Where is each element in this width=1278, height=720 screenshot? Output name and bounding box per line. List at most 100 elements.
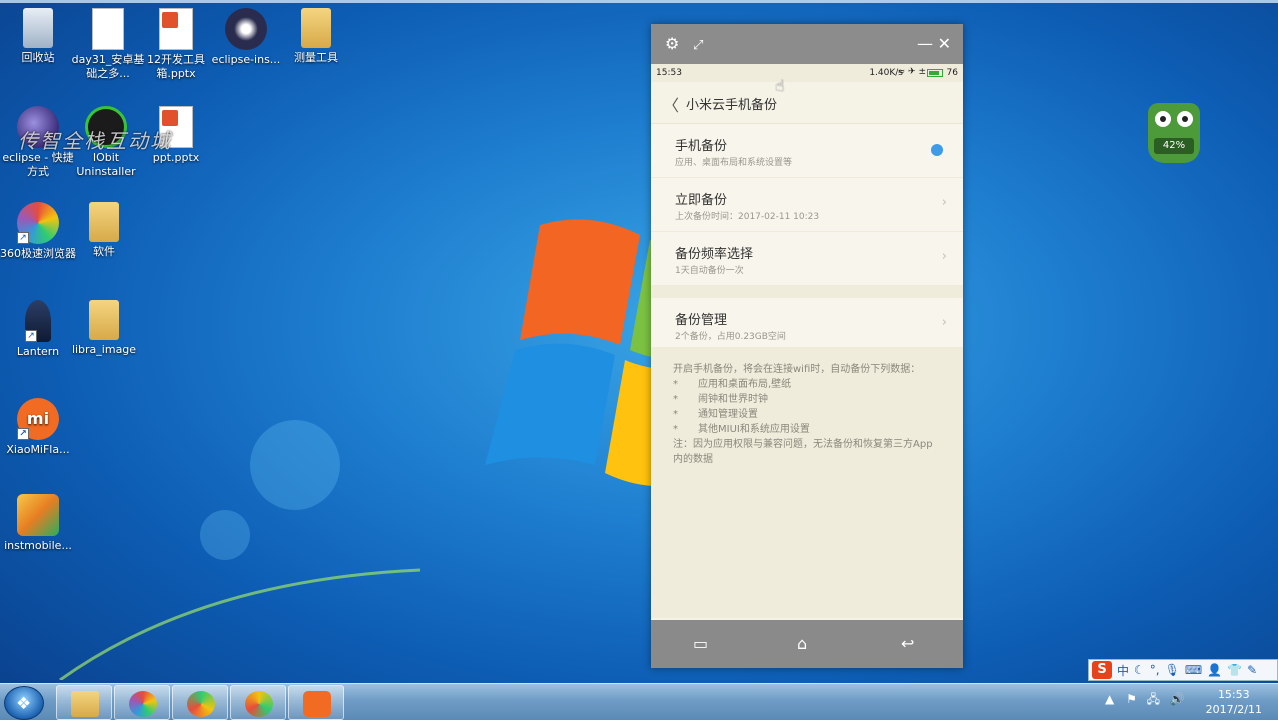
back-arrow-icon[interactable]: 〈 — [663, 92, 679, 116]
notes-bullet-text: 闹钟和世界时钟 — [698, 394, 768, 405]
minimize-button[interactable]: — — [917, 35, 933, 53]
backup-management-section: 备份管理 2个备份，占用0.23GB空间 › — [651, 298, 963, 348]
clock-date: 2017/2/11 — [1205, 703, 1262, 716]
notes-intro: 开启手机备份，将会在连接wifi时，自动备份下列数据： — [673, 364, 921, 375]
windows-logo-icon: ❖ — [16, 694, 32, 714]
folder-icon — [71, 691, 99, 717]
desktop-icon-label: instmobile... — [4, 539, 72, 552]
action-center-icon[interactable]: ⚑ — [1126, 692, 1137, 706]
taskbar-file-explorer[interactable] — [56, 685, 112, 720]
folder-icon — [89, 202, 119, 242]
network-icon[interactable]: 🖧 — [1147, 692, 1160, 706]
page-title: 小米云手机备份 — [686, 98, 778, 113]
notes-bullet-text: 其他MIUI和系统应用设置 — [698, 424, 810, 435]
chevron-right-icon: › — [941, 195, 947, 210]
taskbar-360-browser[interactable] — [114, 685, 170, 720]
top-border — [0, 0, 1278, 3]
desktop-icon-360-browser[interactable]: ↗ 360极速浏览器 — [0, 202, 76, 261]
sogou-logo-icon[interactable]: S — [1092, 661, 1112, 679]
xiaomi-icon: mi ↗ — [17, 398, 59, 440]
desktop-icon-eclipse-installer[interactable]: eclipse-ins... — [208, 8, 284, 67]
backup-toggle[interactable] — [931, 144, 943, 156]
shortcut-arrow-icon: ↗ — [17, 232, 29, 244]
installer-box-icon — [17, 494, 59, 536]
row-subtitle: 2个备份，占用0.23GB空间 — [675, 332, 786, 342]
pptx-file-icon — [159, 8, 193, 50]
wallpaper-glow — [250, 420, 340, 510]
desktop-icon-libra-image[interactable]: libra_image — [66, 300, 142, 357]
row-backup-now[interactable]: 立即备份 上次备份时间：2017-02-11 10:23 › — [651, 178, 963, 232]
recent-apps-icon[interactable]: ▭ — [693, 634, 708, 653]
owl-eye-icon — [1155, 111, 1171, 127]
owl-eye-icon — [1177, 111, 1193, 127]
pptx-app-icon — [303, 691, 331, 717]
status-time: 15:53 — [656, 68, 682, 78]
desktop-icon-lantern[interactable]: ↗ Lantern — [0, 300, 76, 359]
notes-bullet: * 其他MIUI和系统应用设置 — [673, 424, 810, 435]
close-button[interactable]: ✕ — [938, 35, 951, 53]
360-browser-icon — [129, 691, 157, 717]
row-title: 手机备份 — [675, 139, 728, 154]
expand-icon[interactable]: ⤢ — [693, 37, 703, 55]
shortcut-arrow-icon: ↗ — [17, 428, 29, 440]
desktop-icon-label: 软件 — [93, 245, 115, 258]
desktop-icon-xiaomiflash[interactable]: mi ↗ XiaoMiFla... — [0, 398, 76, 457]
volume-icon[interactable]: 🔊 — [1170, 692, 1185, 706]
row-backup-frequency[interactable]: 备份频率选择 1天自动备份一次 › — [651, 232, 963, 286]
desktop-icon-label: day31_安卓基础之多... — [71, 53, 145, 80]
desktop-icon-label: 测量工具 — [294, 51, 338, 64]
recycle-bin-icon — [23, 8, 53, 48]
taskbar-clock[interactable]: 15:53 2017/2/11 — [1206, 687, 1262, 717]
desktop-icon-day31-doc[interactable]: day31_安卓基础之多... — [70, 8, 146, 81]
lantern-icon: ↗ — [25, 300, 51, 342]
tray-expand-icon[interactable]: ▲ — [1105, 692, 1114, 706]
backup-settings-list: 手机备份 应用、桌面布局和系统设置等 立即备份 上次备份时间：2017-02-1… — [651, 124, 963, 286]
notes-bullet: * 通知管理设置 — [673, 409, 758, 420]
taskbar-app-1[interactable] — [172, 685, 228, 720]
gear-icon[interactable]: ⚙ — [665, 35, 679, 53]
shortcut-arrow-icon: ↗ — [25, 330, 37, 342]
desktop-icon-12tools-pptx[interactable]: 12开发工具箱.pptx — [138, 8, 214, 81]
clock-time: 15:53 — [1217, 688, 1250, 701]
ime-toolbar[interactable]: S 中 ☾ °, 🎙 ⌨ 👤 👕 ✎ — [1088, 659, 1278, 681]
punctuation-icon[interactable]: °, — [1150, 663, 1160, 677]
shirt-icon[interactable]: 👕 — [1227, 663, 1242, 677]
home-icon[interactable]: ⌂ — [797, 634, 807, 653]
desktop-icon-software-folder[interactable]: 软件 — [66, 202, 142, 259]
desktop-icon-label: Lantern — [16, 345, 60, 358]
mic-icon[interactable]: 🎙 — [1165, 663, 1180, 677]
row-backup-management[interactable]: 备份管理 2个备份，占用0.23GB空间 › — [651, 298, 963, 348]
moon-icon[interactable]: ☾ — [1134, 663, 1145, 677]
word-doc-icon — [92, 8, 124, 50]
phone-statusbar: 15:53 1.40K/s ≈ ✈ ± 76 — [651, 64, 963, 82]
desktop-icon-label: 回收站 — [21, 51, 55, 64]
battery-icon — [927, 69, 943, 77]
row-subtitle: 上次备份时间：2017-02-11 10:23 — [675, 212, 820, 222]
folder-icon — [301, 8, 331, 48]
colorful-app-icon — [245, 691, 273, 717]
desktop-icon-measure-tools[interactable]: 测量工具 — [278, 8, 354, 65]
row-title: 备份管理 — [675, 313, 728, 328]
notes-bullet-text: 应用和桌面布局,壁纸 — [698, 379, 792, 390]
chevron-right-icon: › — [941, 249, 947, 264]
taskbar-app-2[interactable] — [230, 685, 286, 720]
ime-mode[interactable]: 中 — [1117, 662, 1129, 679]
desktop-icon-instmobile[interactable]: instmobile... — [0, 494, 76, 553]
desktop-icon-recycle-bin[interactable]: 回收站 — [0, 8, 76, 65]
notes-bullet-text: 通知管理设置 — [698, 409, 758, 420]
row-title: 备份频率选择 — [675, 247, 754, 262]
desktop-icon-label: eclipse-ins... — [211, 53, 281, 66]
taskbar-powerpoint[interactable] — [288, 685, 344, 720]
row-phone-backup[interactable]: 手机备份 应用、桌面布局和系统设置等 — [651, 124, 963, 178]
user-icon[interactable]: 👤 — [1207, 663, 1222, 677]
keyboard-icon[interactable]: ⌨ — [1185, 663, 1202, 677]
colorful-app-icon — [187, 691, 215, 717]
system-tray: ▲ ⚑ 🖧 🔊 — [1105, 690, 1185, 711]
desktop-icon-label: 12开发工具箱.pptx — [147, 53, 205, 80]
row-title: 立即备份 — [675, 193, 728, 208]
back-icon[interactable]: ↩ — [901, 634, 914, 653]
tools-icon[interactable]: ✎ — [1247, 663, 1257, 677]
start-button[interactable]: ❖ — [4, 686, 44, 720]
wallpaper-swoosh — [59, 568, 421, 680]
system-monitor-widget[interactable]: 42% — [1148, 103, 1200, 163]
